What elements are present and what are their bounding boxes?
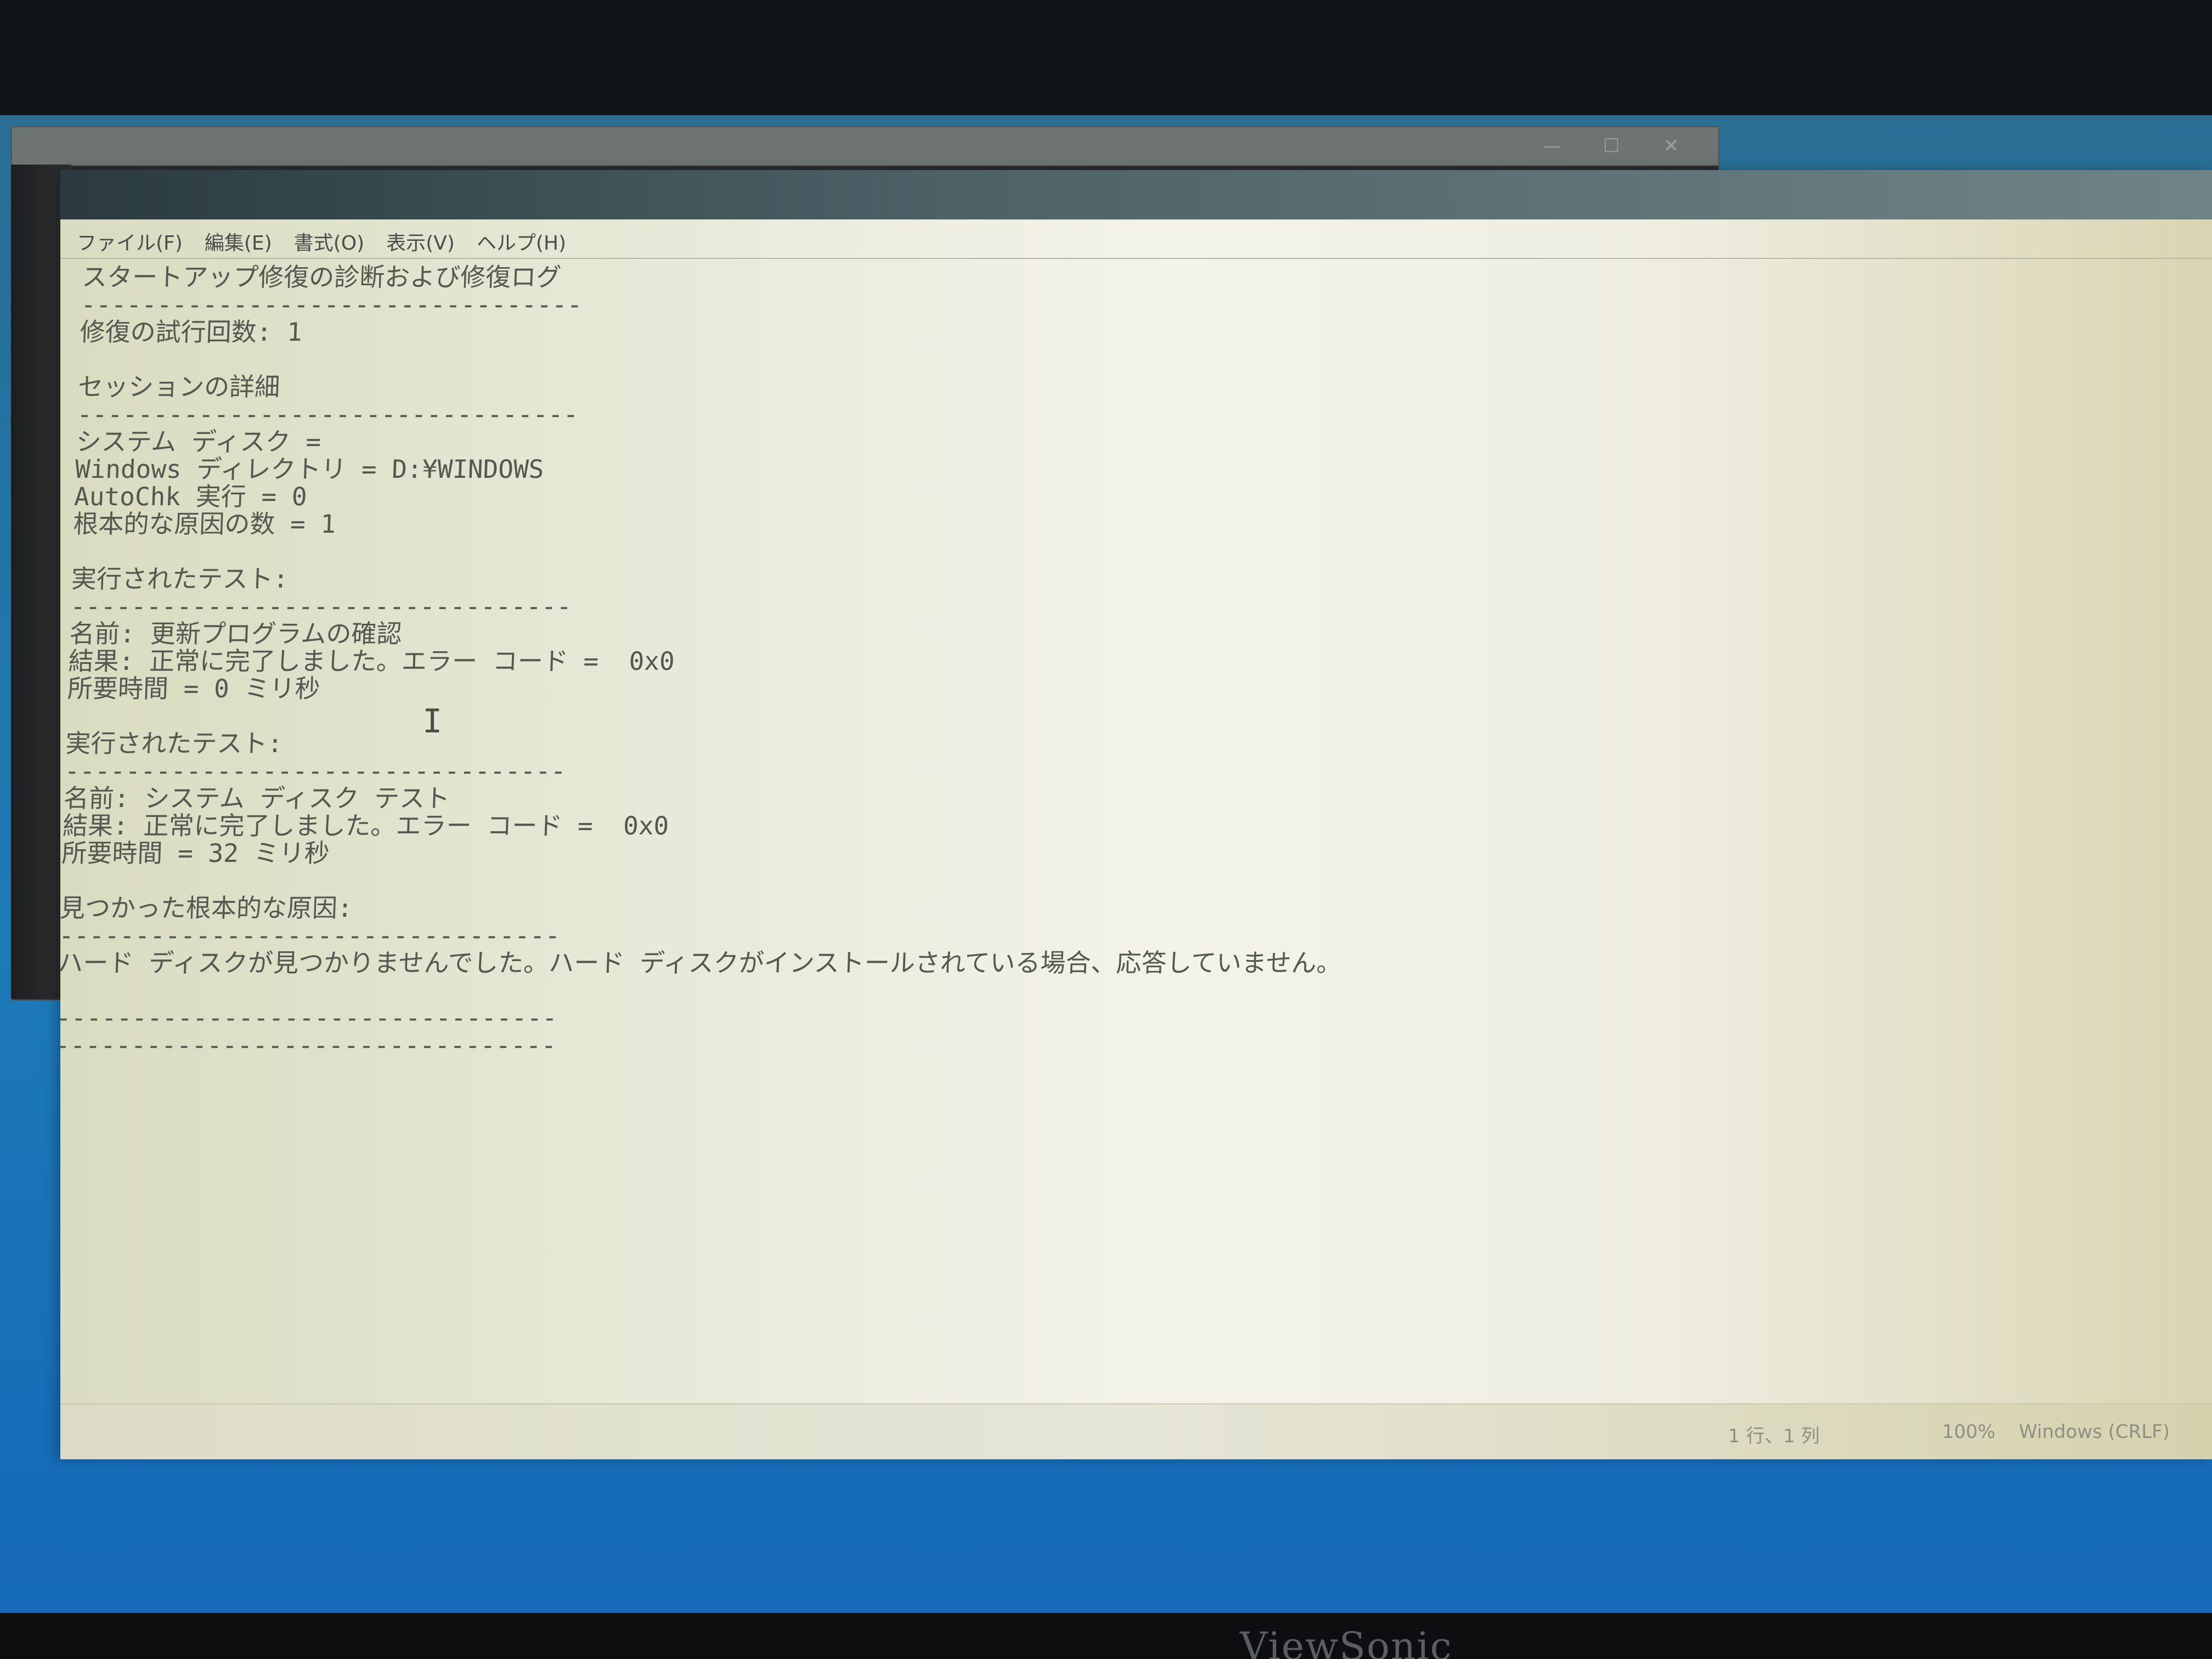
log-line: 実行されたテスト: <box>70 564 289 594</box>
log-line: AutoChk 実行 = 0 <box>74 482 308 511</box>
log-line: システム ディスク = <box>75 427 322 456</box>
log-line: 名前: システム ディスク テスト <box>63 783 451 813</box>
menu-help[interactable]: ヘルプ(H) <box>477 227 566 256</box>
notepad-window[interactable]: ファイル(F) 編集(E) 書式(O) 表示(V) ヘルプ(H) スタートアップ… <box>54 170 2212 1459</box>
status-encoding: Windows (CRLF) <box>2019 1421 2170 1443</box>
menu-view[interactable]: 表示(V) <box>386 227 455 256</box>
log-line: セッションの詳細 <box>77 372 281 402</box>
log-line: 名前: 更新プログラムの確認 <box>69 619 403 648</box>
log-line: 実行されたテスト: <box>65 729 284 758</box>
status-zoom: 100% <box>1942 1421 1996 1443</box>
log-line: 修復の試行回数: 1 <box>79 317 303 347</box>
log-line: ハード ディスクが見つかりませんでした。ハード ディスクがインストールされている… <box>57 948 1342 978</box>
log-line: --------------------------------- <box>76 399 579 429</box>
log-line: --------------------------------- <box>58 921 561 950</box>
menu-edit[interactable]: 編集(E) <box>205 227 272 256</box>
log-line: --------------------------------- <box>54 1030 557 1060</box>
menu-file[interactable]: ファイル(F) <box>77 227 183 256</box>
log-line: 見つかった根本的な原因: <box>59 893 353 923</box>
log-line: --------------------------------- <box>55 1003 558 1032</box>
status-cursor-position: 1 行、1 列 <box>1728 1425 1820 1447</box>
status-bar: 1 行、1 列 100% Windows (CRLF) <box>60 1403 2212 1459</box>
log-line: 所要時間 = 0 ミリ秒 <box>66 674 321 703</box>
log-line: スタートアップ修復の診断および修復ログ <box>81 262 562 292</box>
monitor-bezel <box>0 1613 2212 1659</box>
log-line: 根本的な原因の数 = 1 <box>72 509 337 539</box>
text-editor-area[interactable]: スタートアップ修復の診断および修復ログ --------------------… <box>43 262 2112 1393</box>
log-line: --------------------------------- <box>70 591 573 621</box>
log-line: --------------------------------- <box>64 756 567 786</box>
background-window-titlebar: — ☐ ✕ <box>12 127 1718 166</box>
minimize-icon[interactable]: — <box>1543 135 1561 157</box>
log-line: 結果: 正常に完了しました。エラー コード = 0x0 <box>67 646 675 676</box>
menu-format[interactable]: 書式(O) <box>294 227 364 256</box>
ibeam-cursor-icon: I <box>422 702 443 741</box>
notepad-titlebar[interactable] <box>60 170 2212 219</box>
close-icon[interactable]: ✕ <box>1663 135 1679 157</box>
menu-bar: ファイル(F) 編集(E) 書式(O) 表示(V) ヘルプ(H) <box>60 225 2212 259</box>
log-line: --------------------------------- <box>80 290 583 319</box>
photo-scene: — ☐ ✕ ファイル(F) 編集(E) 書式(O) 表示(V) ヘルプ(H) ス… <box>0 0 2212 1659</box>
maximize-icon[interactable]: ☐ <box>1603 135 1620 157</box>
log-line: 結果: 正常に完了しました。エラー コード = 0x0 <box>62 811 670 840</box>
log-line: Windows ディレクトリ = D:¥WINDOWS <box>74 454 545 484</box>
monitor-brand-logo: ViewSonic <box>1240 1624 1453 1659</box>
log-line: 所要時間 = 32 ミリ秒 <box>61 838 330 868</box>
